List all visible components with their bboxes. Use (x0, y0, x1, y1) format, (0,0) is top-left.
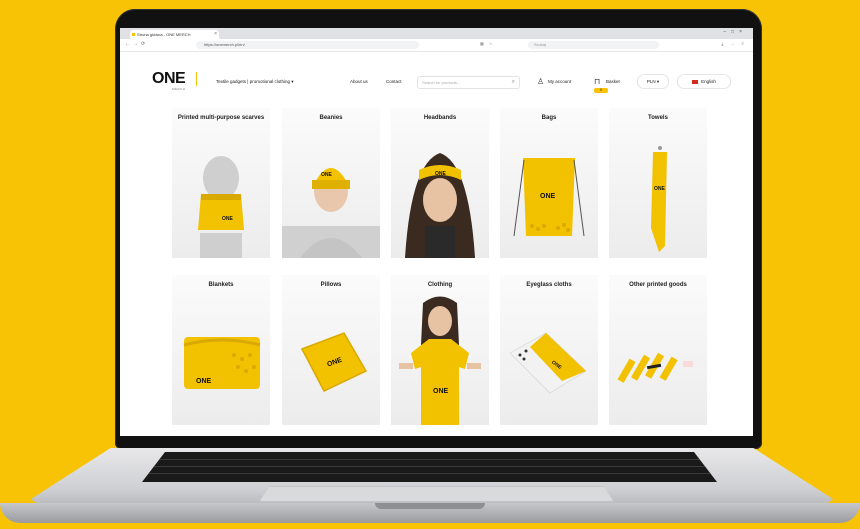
browser-address-bar: ←→⟳ https://onemerch.pl/en/ ▦ ☆ Szukaj ⤓… (120, 39, 753, 52)
flag-icon (692, 79, 699, 84)
site-header: ONE MERCH Textile gadgets | promotional … (120, 52, 753, 100)
product-title: Headbands (423, 115, 457, 121)
tshirt-model-image: ONE (399, 296, 481, 425)
browser-nav-icons[interactable]: ←→⟳ (125, 41, 148, 47)
close-tab-icon[interactable]: × (214, 30, 217, 39)
product-title: Clothing (427, 282, 453, 288)
product-card-eyeglass-cloths[interactable]: ONE Eyeglass cloths (500, 275, 598, 425)
svg-text:ONE: ONE (435, 171, 447, 177)
blanket-image: ONE (183, 337, 261, 389)
headband-model-image: ONE (405, 153, 475, 258)
svg-text:ONE: ONE (222, 216, 234, 222)
logo-accent (196, 72, 197, 86)
search-input[interactable]: Search for products... ⌕ (417, 76, 520, 89)
eyeglass-cloth-image: ONE (509, 332, 587, 394)
product-title: Bags (541, 115, 557, 121)
product-card-scarves[interactable]: ONE Printed multi-purpose scarves (172, 108, 270, 258)
site-logo-sub: MERCH (172, 87, 186, 91)
beanie-model-image: ONE (282, 168, 380, 258)
currency-select[interactable]: PLN ▾ (637, 74, 669, 89)
laptop-keyboard (142, 452, 717, 482)
product-title: Eyeglass cloths (526, 282, 572, 288)
search-icon[interactable]: ⌕ (512, 77, 515, 88)
site-logo[interactable]: ONE (152, 70, 186, 88)
svg-text:ONE: ONE (321, 172, 333, 178)
product-card-clothing[interactable]: ONE Clothing (391, 275, 489, 425)
browser-search-field[interactable]: Szukaj (528, 41, 659, 49)
product-card-headbands[interactable]: ONE Headbands (391, 108, 489, 258)
basket-count-badge: 0 (594, 88, 608, 93)
basket-icon[interactable]: ⊓ (594, 77, 600, 86)
product-title: Beanies (319, 115, 343, 121)
my-account-link[interactable]: My account (548, 79, 571, 84)
laptop-trackpad (259, 486, 614, 502)
language-select[interactable]: English (677, 74, 731, 89)
product-title: Towels (648, 115, 668, 121)
product-card-beanies[interactable]: ONE Beanies (282, 108, 380, 258)
scarf-mannequin-image: ONE (198, 156, 244, 258)
nav-textile-gadgets[interactable]: Textile gadgets | promotional clothing ▾ (216, 79, 293, 85)
svg-text:ONE: ONE (196, 378, 212, 385)
product-title: Other printed goods (629, 282, 687, 288)
favicon-icon (132, 33, 135, 36)
nav-contact[interactable]: Contact (386, 79, 402, 84)
product-card-pillows[interactable]: ONE Pillows (282, 275, 380, 425)
product-title: Blankets (208, 282, 234, 288)
basket-link[interactable]: Basket (606, 79, 620, 84)
towel-image: ONE (651, 146, 667, 252)
pillow-image: ONE (300, 332, 368, 392)
product-card-other-printed-goods[interactable]: Other printed goods (609, 275, 707, 425)
svg-text:ONE: ONE (654, 186, 666, 192)
browser-tab-title: Strona główna - ONE MERCH (137, 32, 191, 37)
product-title: Printed multi-purpose scarves (177, 115, 265, 121)
product-title: Pillows (320, 282, 342, 288)
svg-text:ONE: ONE (540, 193, 556, 200)
laptop-screen: Strona główna - ONE MERCH × –□× ←→⟳ http… (120, 28, 753, 436)
browser-tab-bar: Strona główna - ONE MERCH × –□× (120, 28, 753, 39)
browser-tab[interactable]: Strona główna - ONE MERCH × (130, 30, 219, 39)
svg-text:ONE: ONE (433, 388, 449, 395)
search-placeholder: Search for products... (422, 80, 461, 85)
url-field[interactable]: https://onemerch.pl/en/ (196, 41, 419, 49)
user-icon[interactable]: ♙ (537, 77, 544, 86)
window-controls[interactable]: –□× (723, 29, 747, 35)
product-card-blankets[interactable]: ONE Blankets (172, 275, 270, 425)
product-card-bags[interactable]: ONE Bags (500, 108, 598, 258)
extension-icons[interactable]: ⤓ ⋯ ≡ (722, 41, 747, 46)
product-card-towels[interactable]: ONE Towels (609, 108, 707, 258)
nav-about-us[interactable]: About us (350, 79, 368, 84)
printed-goods-image (617, 352, 693, 383)
drawstring-bag-image: ONE (513, 158, 585, 237)
laptop-notch (375, 503, 485, 509)
bookmark-icons[interactable]: ▦ ☆ (480, 41, 494, 46)
